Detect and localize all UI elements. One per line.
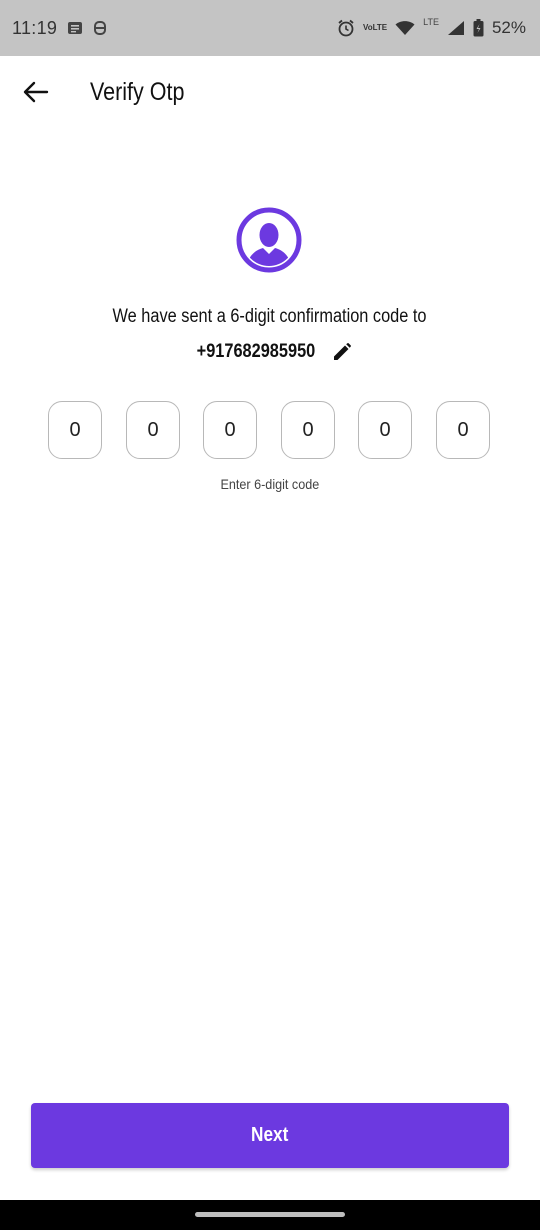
status-bar: 11:19 Vo LTE LTE 52% [0, 0, 540, 56]
otp-digit-3[interactable]: 0 [203, 401, 257, 459]
home-indicator[interactable] [195, 1212, 345, 1217]
otp-digit-2[interactable]: 0 [126, 401, 180, 459]
status-right: Vo LTE LTE 52% [337, 0, 526, 56]
lte-label: LTE [423, 17, 439, 27]
next-button[interactable]: Next [31, 1103, 509, 1168]
arrow-left-icon [23, 81, 49, 103]
wifi-icon [395, 20, 415, 36]
app-bar: Verify Otp [0, 56, 540, 132]
otp-hint: Enter 6-digit code [0, 476, 540, 492]
battery-percentage: 52% [491, 18, 526, 37]
otp-digit-4[interactable]: 0 [281, 401, 335, 459]
alarm-icon [337, 19, 355, 37]
otp-input-group: 0 0 0 0 0 0 [48, 401, 492, 461]
signal-icon [447, 20, 465, 36]
volte-label-top: Vo [362, 23, 373, 32]
volte-icon: Vo LTE [363, 24, 387, 32]
next-button-label: Next [251, 1124, 289, 1146]
otp-hint-text: Enter 6-digit code [220, 476, 320, 492]
status-left: 11:19 [12, 0, 107, 56]
page-title: Verify Otp [90, 78, 185, 106]
back-button[interactable] [18, 74, 54, 110]
user-icon [236, 207, 302, 273]
avatar [236, 207, 302, 273]
status-time: 11:19 [12, 17, 58, 38]
otp-digit-5[interactable]: 0 [358, 401, 412, 459]
phone-number: +917682985950 [196, 341, 316, 362]
otp-digit-1[interactable]: 0 [48, 401, 102, 459]
pencil-icon [333, 343, 351, 360]
otp-digit-6[interactable]: 0 [436, 401, 490, 459]
phone-row: +917682985950 [0, 338, 540, 366]
confirmation-message: We have sent a 6-digit confirmation code… [0, 306, 540, 328]
confirmation-message-text: We have sent a 6-digit confirmation code… [113, 306, 427, 327]
navigation-bar [0, 1200, 540, 1230]
edit-phone-button[interactable] [331, 341, 353, 363]
volte-label-bottom: LTE [372, 23, 388, 32]
vpn-icon [93, 20, 107, 36]
battery-icon [473, 19, 484, 37]
notification-icon [67, 21, 83, 35]
